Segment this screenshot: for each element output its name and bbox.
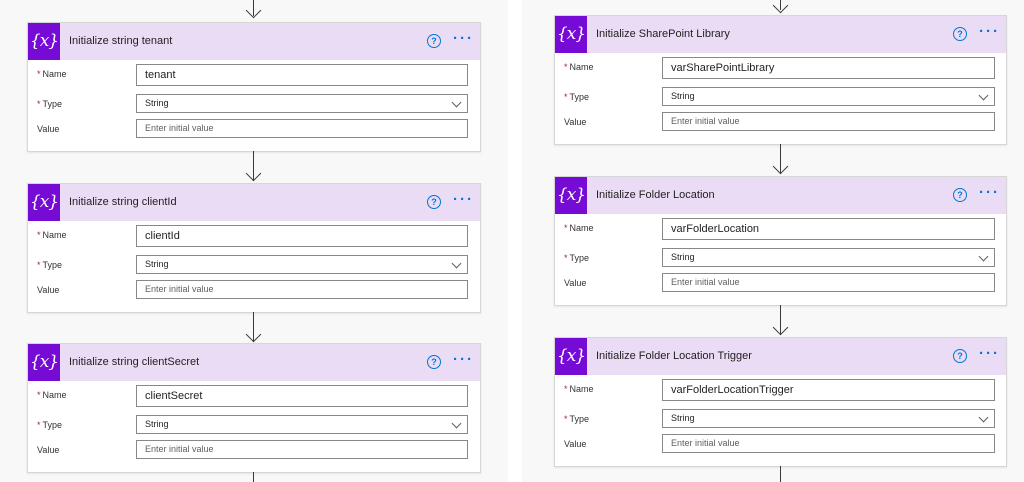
card-header[interactable]: {x} Initialize Folder Location Trigger ?… [555,338,1006,375]
name-input[interactable]: varFolderLocationTrigger [662,379,995,401]
action-card-tenant[interactable]: {x} Initialize string tenant ? ··· * Name… [27,22,481,152]
variable-icon: {x} [28,344,60,381]
name-label: * Name [37,69,67,79]
more-options-icon[interactable]: ··· [979,346,1000,361]
card-title: Initialize string clientSecret [69,356,200,368]
help-icon[interactable]: ? [953,188,967,202]
connector-arrow [245,165,262,182]
chevron-down-icon [978,412,989,423]
card-title: Initialize string tenant [69,35,173,47]
type-label: * Type [564,92,590,102]
help-icon[interactable]: ? [427,355,441,369]
action-card-sharepoint-library[interactable]: {x} Initialize SharePoint Library ? ··· … [554,15,1007,145]
variable-icon: {x} [555,338,587,375]
value-input[interactable]: Enter initial value [662,434,995,453]
help-icon[interactable]: ? [953,349,967,363]
type-label: * Type [564,253,590,263]
value-input[interactable]: Enter initial value [136,119,468,138]
name-input[interactable]: clientSecret [136,385,468,407]
action-card-clientsecret[interactable]: {x} Initialize string clientSecret ? ···… [27,343,481,473]
help-icon[interactable]: ? [427,34,441,48]
value-input[interactable]: Enter initial value [662,273,995,292]
card-title: Initialize string clientId [69,196,177,208]
chevron-down-icon [451,418,462,429]
value-label: Value [564,278,587,288]
value-input[interactable]: Enter initial value [662,112,995,131]
name-input[interactable]: tenant [136,64,468,86]
value-label: Value [564,439,587,449]
type-select[interactable]: String [136,94,468,113]
name-input[interactable]: varSharePointLibrary [662,57,995,79]
name-label: * Name [564,223,594,233]
connector-arrow [772,158,789,175]
value-label: Value [37,124,60,134]
card-header[interactable]: {x} Initialize Folder Location ? ··· [555,177,1006,214]
card-header[interactable]: {x} Initialize string clientSecret ? ··· [28,344,480,381]
name-input[interactable]: clientId [136,225,468,247]
help-icon[interactable]: ? [953,27,967,41]
type-select[interactable]: String [136,415,468,434]
type-label: * Type [37,420,63,430]
name-label: * Name [37,390,67,400]
card-header[interactable]: {x} Initialize SharePoint Library ? ··· [555,16,1006,53]
type-label: * Type [37,99,63,109]
value-label: Value [37,445,60,455]
type-select[interactable]: String [662,248,995,267]
connector-line [253,472,254,482]
card-title: Initialize Folder Location Trigger [596,350,752,362]
name-input[interactable]: varFolderLocation [662,218,995,240]
connector-arrow [245,326,262,343]
chevron-down-icon [978,90,989,101]
type-select[interactable]: String [136,255,468,274]
action-card-folder-location-trigger[interactable]: {x} Initialize Folder Location Trigger ?… [554,337,1007,467]
variable-icon: {x} [28,184,60,221]
value-label: Value [564,117,587,127]
more-options-icon[interactable]: ··· [979,24,1000,39]
chevron-down-icon [451,258,462,269]
type-label: * Type [564,414,590,424]
value-input[interactable]: Enter initial value [136,280,468,299]
more-options-icon[interactable]: ··· [453,352,474,367]
type-select[interactable]: String [662,409,995,428]
card-title: Initialize SharePoint Library [596,28,730,40]
name-label: * Name [37,230,67,240]
name-label: * Name [564,384,594,394]
variable-icon: {x} [555,16,587,53]
connector-arrow [772,319,789,336]
chevron-down-icon [978,251,989,262]
connector-arrow [772,0,789,14]
value-input[interactable]: Enter initial value [136,440,468,459]
card-header[interactable]: {x} Initialize string tenant ? ··· [28,23,480,60]
more-options-icon[interactable]: ··· [453,192,474,207]
card-title: Initialize Folder Location [596,189,715,201]
connector-arrow [245,2,262,19]
value-label: Value [37,285,60,295]
card-header[interactable]: {x} Initialize string clientId ? ··· [28,184,480,221]
action-card-clientid[interactable]: {x} Initialize string clientId ? ··· * Na… [27,183,481,313]
connector-line [780,466,781,482]
type-select[interactable]: String [662,87,995,106]
name-label: * Name [564,62,594,72]
action-card-folder-location[interactable]: {x} Initialize Folder Location ? ··· * Na… [554,176,1007,306]
chevron-down-icon [451,97,462,108]
type-label: * Type [37,260,63,270]
column-divider [508,0,522,482]
more-options-icon[interactable]: ··· [453,31,474,46]
more-options-icon[interactable]: ··· [979,185,1000,200]
variable-icon: {x} [28,23,60,60]
help-icon[interactable]: ? [427,195,441,209]
variable-icon: {x} [555,177,587,214]
